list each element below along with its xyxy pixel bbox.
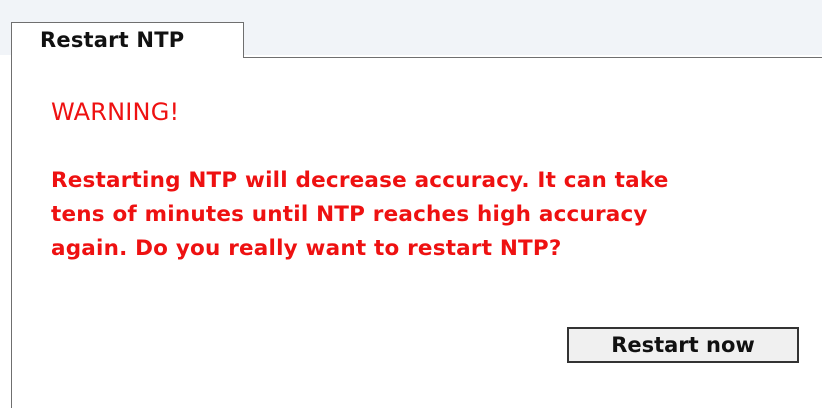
- warning-line: tens of minutes until NTP reaches high a…: [51, 202, 648, 227]
- warning-title: WARNING!: [51, 98, 180, 126]
- warning-line: again. Do you really want to restart NTP…: [51, 236, 562, 261]
- restart-now-button[interactable]: Restart now: [567, 327, 799, 363]
- restart-ntp-page: Restart NTP WARNING! Restarting NTP will…: [0, 0, 822, 408]
- warning-message: Restarting NTP will decrease accuracy. I…: [51, 164, 811, 266]
- tab-restart-ntp[interactable]: Restart NTP: [11, 22, 244, 58]
- tab-label: Restart NTP: [40, 28, 185, 52]
- warning-line: Restarting NTP will decrease accuracy. I…: [51, 168, 669, 193]
- tab-content-panel: WARNING! Restarting NTP will decrease ac…: [11, 57, 822, 408]
